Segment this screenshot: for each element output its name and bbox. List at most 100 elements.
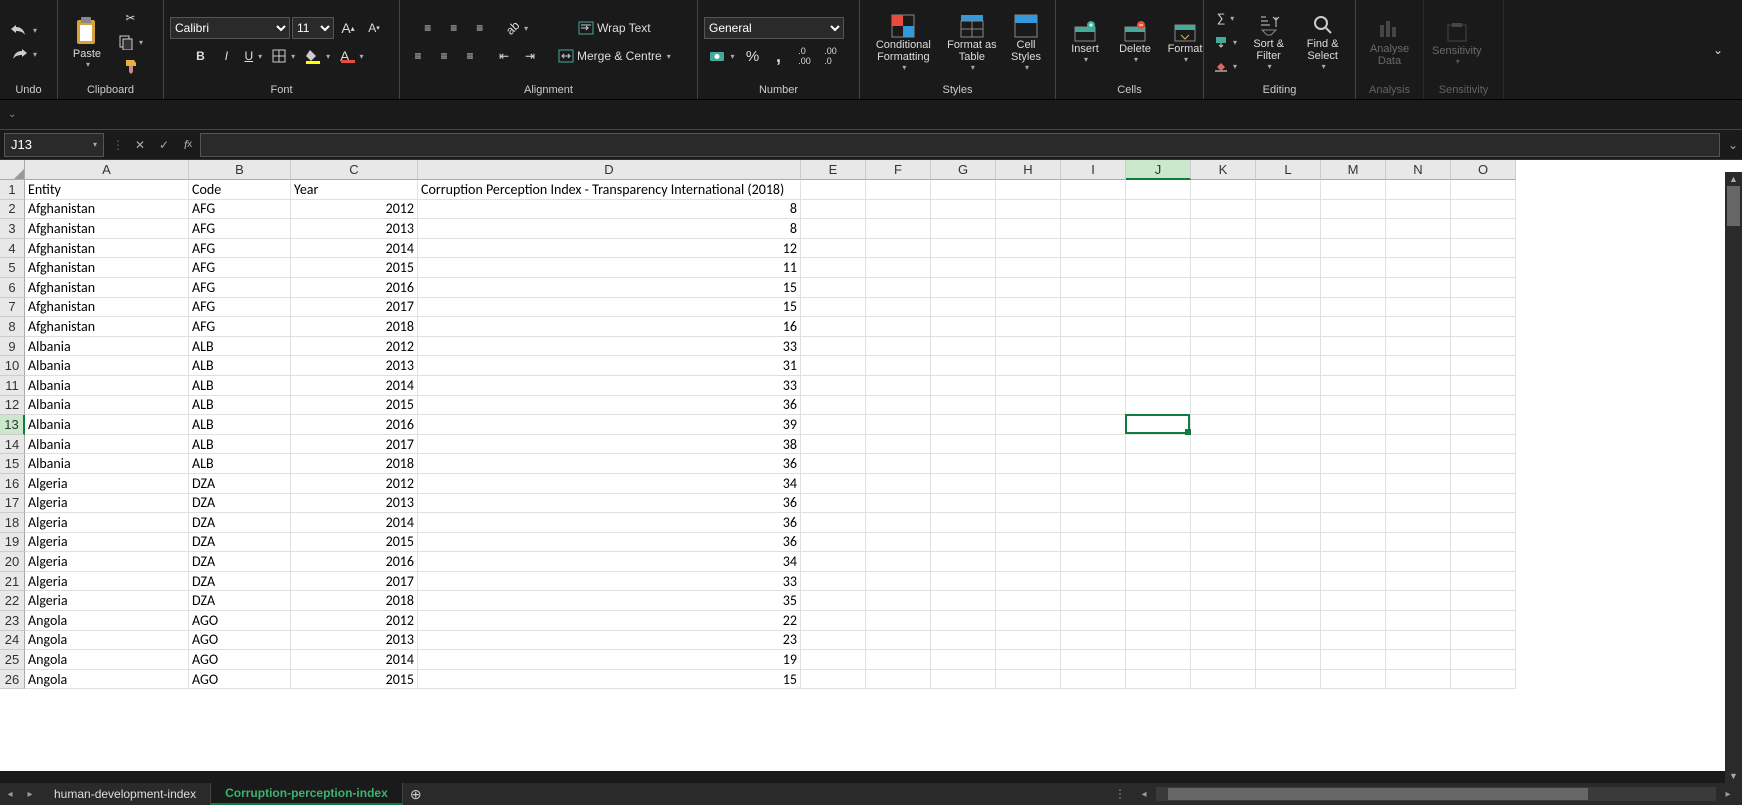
cell-D17[interactable]: 36 — [418, 494, 801, 514]
cell-H1[interactable] — [996, 180, 1061, 200]
spreadsheet-grid[interactable]: ABCDEFGHIJKLMNO 123456789101112131415161… — [0, 160, 1742, 771]
cell-K3[interactable] — [1191, 219, 1256, 239]
cell-N13[interactable] — [1386, 415, 1451, 435]
cell-J13[interactable] — [1126, 415, 1191, 435]
cell-M18[interactable] — [1321, 513, 1386, 533]
name-box[interactable]: J13▾ — [4, 133, 104, 157]
cell-J25[interactable] — [1126, 650, 1191, 670]
cell-G3[interactable] — [931, 219, 996, 239]
cell-L21[interactable] — [1256, 572, 1321, 592]
underline-button[interactable]: U▾ — [240, 45, 266, 67]
cell-F26[interactable] — [866, 670, 931, 690]
cell-L12[interactable] — [1256, 396, 1321, 416]
font-name-select[interactable]: Calibri — [170, 17, 290, 39]
cell-M16[interactable] — [1321, 474, 1386, 494]
cell-M4[interactable] — [1321, 239, 1386, 259]
cell-J16[interactable] — [1126, 474, 1191, 494]
cell-G2[interactable] — [931, 200, 996, 220]
cell-A21[interactable]: Algeria — [25, 572, 189, 592]
italic-button[interactable]: I — [214, 45, 238, 67]
align-right-button[interactable]: ≡ — [458, 45, 482, 67]
cell-M23[interactable] — [1321, 611, 1386, 631]
cell-I21[interactable] — [1061, 572, 1126, 592]
cell-D11[interactable]: 33 — [418, 376, 801, 396]
cell-I20[interactable] — [1061, 552, 1126, 572]
autosum-button[interactable]: ∑▾ — [1213, 7, 1239, 29]
cell-E4[interactable] — [801, 239, 866, 259]
cell-G26[interactable] — [931, 670, 996, 690]
formula-input[interactable] — [200, 133, 1720, 157]
cell-B24[interactable]: AGO — [189, 631, 291, 651]
cell-A15[interactable]: Albania — [25, 454, 189, 474]
cell-H20[interactable] — [996, 552, 1061, 572]
cell-C10[interactable]: 2013 — [291, 356, 418, 376]
cell-D24[interactable]: 23 — [418, 631, 801, 651]
cell-F18[interactable] — [866, 513, 931, 533]
row-header-5[interactable]: 5 — [0, 258, 25, 278]
cell-N23[interactable] — [1386, 611, 1451, 631]
cell-N19[interactable] — [1386, 533, 1451, 553]
cell-N25[interactable] — [1386, 650, 1451, 670]
enter-formula-button[interactable]: ✓ — [152, 133, 176, 157]
cell-N5[interactable] — [1386, 258, 1451, 278]
cell-I9[interactable] — [1061, 337, 1126, 357]
cell-styles-button[interactable]: Cell Styles▾ — [1003, 9, 1049, 75]
cell-F4[interactable] — [866, 239, 931, 259]
cell-I1[interactable] — [1061, 180, 1126, 200]
cell-H13[interactable] — [996, 415, 1061, 435]
vertical-scrollbar[interactable]: ▲ ▼ — [1725, 172, 1742, 783]
column-header-B[interactable]: B — [189, 160, 291, 180]
cell-N12[interactable] — [1386, 396, 1451, 416]
cell-L9[interactable] — [1256, 337, 1321, 357]
cell-F15[interactable] — [866, 454, 931, 474]
cell-L7[interactable] — [1256, 298, 1321, 318]
align-middle-button[interactable]: ≡ — [442, 17, 466, 39]
cell-A12[interactable]: Albania — [25, 396, 189, 416]
column-header-O[interactable]: O — [1451, 160, 1516, 180]
cell-D21[interactable]: 33 — [418, 572, 801, 592]
cell-N1[interactable] — [1386, 180, 1451, 200]
cell-I16[interactable] — [1061, 474, 1126, 494]
cell-F13[interactable] — [866, 415, 931, 435]
cell-K16[interactable] — [1191, 474, 1256, 494]
cell-G4[interactable] — [931, 239, 996, 259]
cell-H14[interactable] — [996, 435, 1061, 455]
cell-H4[interactable] — [996, 239, 1061, 259]
cell-B21[interactable]: DZA — [189, 572, 291, 592]
cell-E13[interactable] — [801, 415, 866, 435]
cell-J3[interactable] — [1126, 219, 1191, 239]
cell-O3[interactable] — [1451, 219, 1516, 239]
cell-N15[interactable] — [1386, 454, 1451, 474]
cell-C24[interactable]: 2013 — [291, 631, 418, 651]
cell-N21[interactable] — [1386, 572, 1451, 592]
cell-C25[interactable]: 2014 — [291, 650, 418, 670]
cell-C4[interactable]: 2014 — [291, 239, 418, 259]
cell-I10[interactable] — [1061, 356, 1126, 376]
row-header-11[interactable]: 11 — [0, 376, 25, 396]
cell-H8[interactable] — [996, 317, 1061, 337]
cell-K24[interactable] — [1191, 631, 1256, 651]
cell-O6[interactable] — [1451, 278, 1516, 298]
align-top-button[interactable]: ≡ — [416, 17, 440, 39]
sheet-tab-human-development-index[interactable]: human-development-index — [40, 783, 211, 805]
cell-K6[interactable] — [1191, 278, 1256, 298]
cell-F17[interactable] — [866, 494, 931, 514]
cell-B1[interactable]: Code — [189, 180, 291, 200]
row-header-22[interactable]: 22 — [0, 591, 25, 611]
cell-N20[interactable] — [1386, 552, 1451, 572]
align-bottom-button[interactable]: ≡ — [468, 17, 492, 39]
cell-D20[interactable]: 34 — [418, 552, 801, 572]
cell-C18[interactable]: 2014 — [291, 513, 418, 533]
cell-F1[interactable] — [866, 180, 931, 200]
comma-button[interactable]: , — [767, 45, 791, 67]
cell-G21[interactable] — [931, 572, 996, 592]
cell-B11[interactable]: ALB — [189, 376, 291, 396]
cell-H10[interactable] — [996, 356, 1061, 376]
cell-B25[interactable]: AGO — [189, 650, 291, 670]
cell-I19[interactable] — [1061, 533, 1126, 553]
cell-G19[interactable] — [931, 533, 996, 553]
cell-D14[interactable]: 38 — [418, 435, 801, 455]
cell-K8[interactable] — [1191, 317, 1256, 337]
cell-B13[interactable]: ALB — [189, 415, 291, 435]
cell-O15[interactable] — [1451, 454, 1516, 474]
